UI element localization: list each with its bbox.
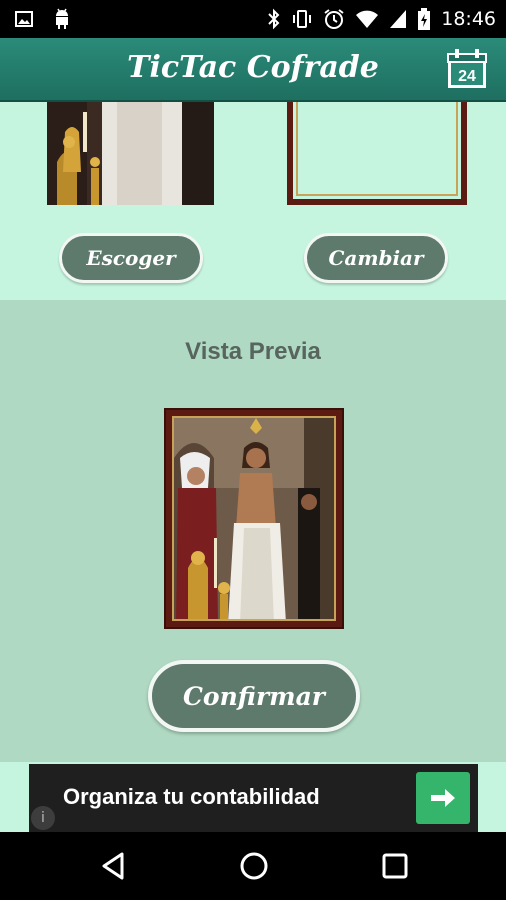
back-icon[interactable] <box>98 850 130 882</box>
preview-section: Vista Previa Confirmar <box>0 300 506 762</box>
app-title: TicTac Cofrade <box>127 50 379 85</box>
preview-image <box>174 418 334 619</box>
home-icon[interactable] <box>238 850 270 882</box>
selection-section: Escoger Cambiar <box>0 102 506 300</box>
preview-frame <box>164 408 344 629</box>
change-button[interactable]: Cambiar <box>304 233 448 283</box>
selected-frame-preview[interactable] <box>287 102 467 205</box>
navigation-bar <box>0 832 506 900</box>
image-icon <box>15 11 33 27</box>
battery-icon <box>418 8 431 30</box>
ad-action-button[interactable] <box>416 772 470 824</box>
vibrate-icon <box>293 10 312 28</box>
bluetooth-icon <box>268 8 280 30</box>
ad-banner[interactable]: Organiza tu contabilidad i <box>29 764 478 832</box>
android-icon <box>56 8 68 29</box>
action-bar: TicTac Cofrade 24 <box>0 38 506 102</box>
procession-image <box>47 102 214 205</box>
content-area: Escoger Cambiar Vista Previa Confirmar O… <box>0 102 506 832</box>
selected-image-thumbnail[interactable] <box>47 102 214 205</box>
calendar-day: 24 <box>458 68 476 85</box>
alarm-icon <box>324 9 344 29</box>
calendar-button[interactable]: 24 <box>446 48 488 90</box>
status-bar: 18:46 <box>0 0 506 38</box>
signal-icon <box>390 10 407 28</box>
calendar-icon: 24 <box>447 49 487 88</box>
confirm-button[interactable]: Confirmar <box>148 660 360 732</box>
ad-info-icon[interactable]: i <box>31 806 55 830</box>
preview-title: Vista Previa <box>185 338 321 365</box>
status-time: 18:46 <box>441 8 496 30</box>
arrow-right-icon <box>431 789 455 807</box>
choose-button[interactable]: Escoger <box>59 233 203 283</box>
wifi-icon <box>356 10 379 28</box>
ad-text: Organiza tu contabilidad <box>63 784 320 809</box>
recent-apps-icon[interactable] <box>379 850 411 882</box>
